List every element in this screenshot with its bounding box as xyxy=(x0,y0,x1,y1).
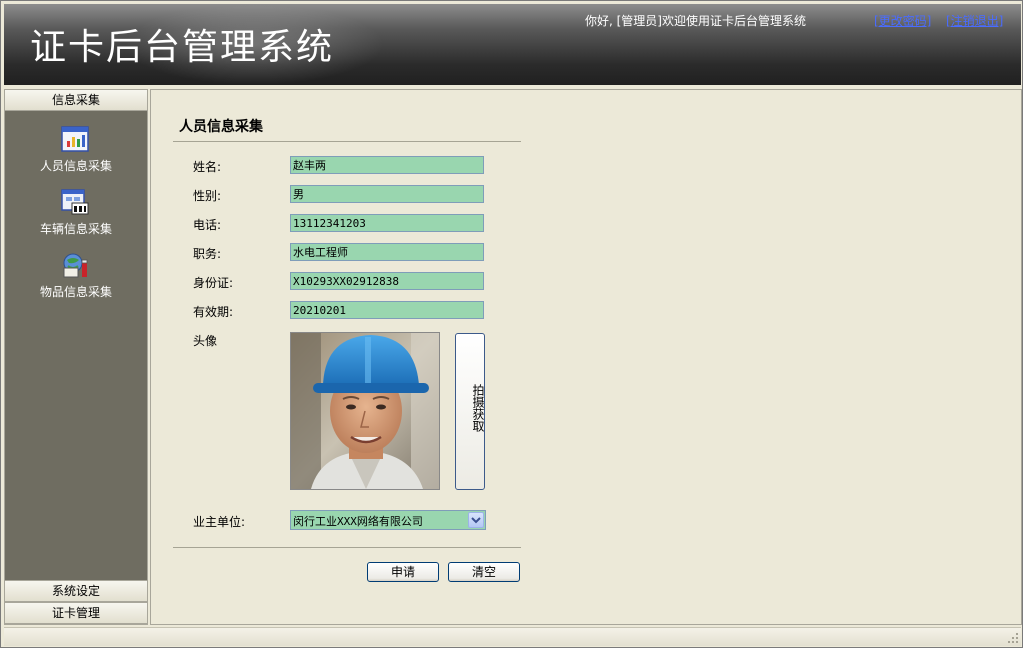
welcome-message: 你好, [管理员]欢迎使用证卡后台管理系统 xyxy=(585,14,806,28)
divider xyxy=(173,547,521,548)
name-label: 姓名: xyxy=(193,160,222,174)
sidebar: 信息采集 人员信息采集 车辆信息采集 物品信息采集 系统设定 证卡管理 xyxy=(4,89,148,625)
gender-field[interactable] xyxy=(290,185,484,203)
name-field[interactable] xyxy=(290,156,484,174)
valid-until-field[interactable] xyxy=(290,301,484,319)
divider xyxy=(173,141,521,142)
phone-label: 电话: xyxy=(193,218,222,232)
status-bar xyxy=(4,627,1021,646)
id-card-field[interactable] xyxy=(290,272,484,290)
clear-button[interactable]: 清空 xyxy=(448,562,520,582)
sidebar-item-vehicle-info[interactable]: 车辆信息采集 xyxy=(5,188,147,244)
vehicle-info-icon xyxy=(61,189,89,215)
person-info-icon xyxy=(61,126,89,152)
phone-field[interactable] xyxy=(290,214,484,232)
goods-info-icon xyxy=(63,253,88,278)
worker-portrait-image xyxy=(291,333,439,489)
photo-label: 头像 xyxy=(193,334,218,348)
header-banner: 证卡后台管理系统 你好, [管理员]欢迎使用证卡后台管理系统 [更改密码] [注… xyxy=(4,4,1021,85)
sidebar-item-person-info[interactable]: 人员信息采集 xyxy=(5,125,147,181)
resize-grip-icon[interactable] xyxy=(1007,632,1019,644)
app-title: 证卡后台管理系统 xyxy=(30,27,335,68)
id-card-label: 身份证: xyxy=(193,276,234,290)
form-title: 人员信息采集 xyxy=(179,119,263,135)
sidebar-section-collect[interactable]: 信息采集 xyxy=(5,90,147,111)
owner-unit-select[interactable]: 闵行工业XXX网络有限公司 xyxy=(290,510,486,530)
owner-unit-label: 业主单位: xyxy=(193,515,246,529)
sidebar-section-card[interactable]: 证卡管理 xyxy=(5,602,147,624)
logout-link[interactable]: [注销退出] xyxy=(946,12,1003,29)
sidebar-item-label: 人员信息采集 xyxy=(39,159,112,173)
sidebar-item-goods-info[interactable]: 物品信息采集 xyxy=(5,251,147,307)
chevron-down-icon[interactable] xyxy=(468,512,484,528)
position-label: 职务: xyxy=(193,247,222,261)
avatar-photo xyxy=(290,332,440,490)
capture-button-label: 拍摄获取 xyxy=(471,384,485,432)
owner-unit-value: 闵行工业XXX网络有限公司 xyxy=(293,515,423,528)
apply-button[interactable]: 申请 xyxy=(367,562,439,582)
change-password-link[interactable]: [更改密码] xyxy=(874,12,931,29)
position-field[interactable] xyxy=(290,243,484,261)
gender-label: 性别: xyxy=(193,189,222,203)
app-window: 证卡后台管理系统 你好, [管理员]欢迎使用证卡后台管理系统 [更改密码] [注… xyxy=(0,0,1023,648)
sidebar-item-label: 车辆信息采集 xyxy=(39,222,112,236)
valid-until-label: 有效期: xyxy=(193,305,234,319)
sidebar-item-label: 物品信息采集 xyxy=(39,285,112,299)
sidebar-section-settings[interactable]: 系统设定 xyxy=(5,580,147,602)
capture-photo-button[interactable]: 拍摄获取 xyxy=(455,333,485,490)
main-content: 人员信息采集 姓名: 性别: 电话: 职务: 身份证: 有效期: 头像 xyxy=(150,89,1022,625)
